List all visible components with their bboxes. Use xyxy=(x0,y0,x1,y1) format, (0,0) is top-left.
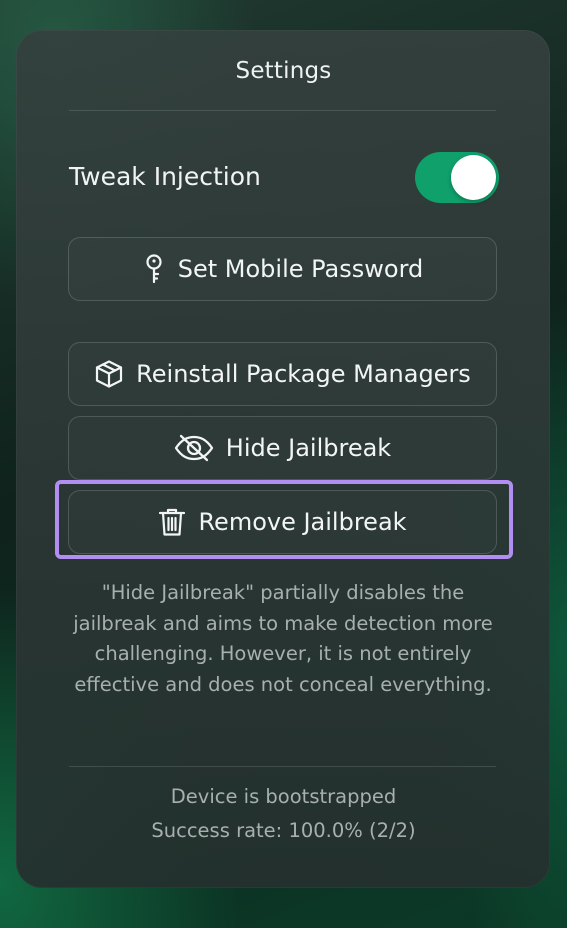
tweak-injection-toggle[interactable] xyxy=(415,152,499,203)
divider xyxy=(69,766,496,767)
tweak-injection-label: Tweak Injection xyxy=(69,162,261,191)
button-label: Set Mobile Password xyxy=(177,255,424,283)
button-label: Hide Jailbreak xyxy=(225,434,392,462)
set-mobile-password-button[interactable]: Set Mobile Password xyxy=(68,237,497,301)
hide-jailbreak-button[interactable]: Hide Jailbreak xyxy=(68,416,497,480)
bootstrap-status: Device is bootstrapped xyxy=(170,785,397,808)
button-label: Reinstall Package Managers xyxy=(136,360,471,388)
toggle-knob xyxy=(451,155,496,200)
package-icon xyxy=(94,359,124,389)
eye-slash-icon xyxy=(174,434,214,462)
highlight-box xyxy=(55,480,513,559)
reinstall-package-managers-button[interactable]: Reinstall Package Managers xyxy=(68,342,497,406)
key-icon xyxy=(142,253,166,285)
divider xyxy=(69,110,496,111)
page-title: Settings xyxy=(235,58,332,84)
success-rate: Success rate: 100.0% (2/2) xyxy=(151,819,416,842)
tweak-injection-row: Tweak Injection xyxy=(69,150,499,206)
hide-jailbreak-note: "Hide Jailbreak" partially disables the … xyxy=(73,581,493,696)
